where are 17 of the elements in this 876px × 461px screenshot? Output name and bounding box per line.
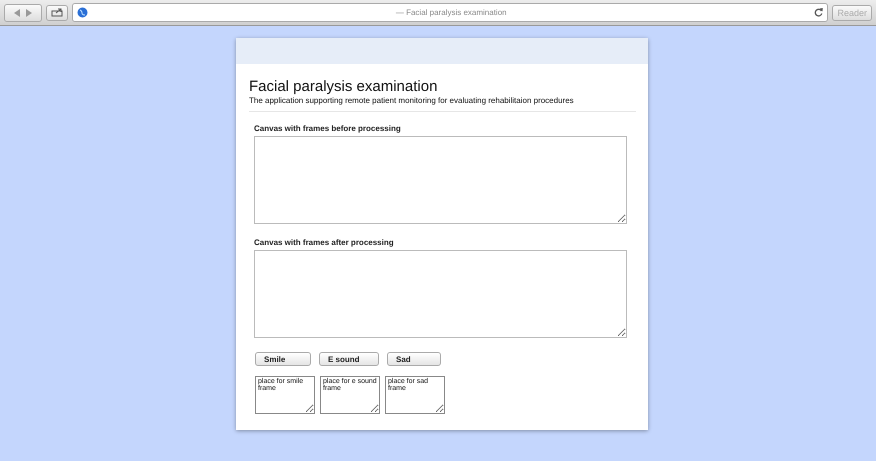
reload-icon[interactable] bbox=[814, 8, 824, 17]
canvas-label: Canvas with frames before processing bbox=[254, 124, 402, 133]
expression-button[interactable]: Sad bbox=[387, 352, 441, 366]
canvas-label: Canvas with frames after processing bbox=[254, 238, 395, 247]
share-icon bbox=[51, 8, 63, 17]
expression-button[interactable]: E sound bbox=[319, 352, 379, 366]
page-heading: Facial paralysis examination bbox=[249, 78, 438, 95]
canvas-area[interactable] bbox=[254, 136, 627, 224]
page-title: — Facial paralysis examination bbox=[394, 8, 508, 17]
share-button[interactable] bbox=[46, 4, 68, 20]
canvas-area[interactable] bbox=[254, 250, 627, 338]
forward-icon[interactable] bbox=[26, 8, 32, 16]
globe-icon bbox=[77, 7, 88, 18]
address-bar[interactable]: — Facial paralysis examination bbox=[72, 3, 828, 22]
subtitle: The application supporting remote patient monitoring for evaluating rehabilitaion procedures bbox=[249, 96, 575, 105]
expression-button[interactable]: Smile bbox=[255, 352, 311, 366]
back-icon[interactable] bbox=[14, 8, 20, 16]
